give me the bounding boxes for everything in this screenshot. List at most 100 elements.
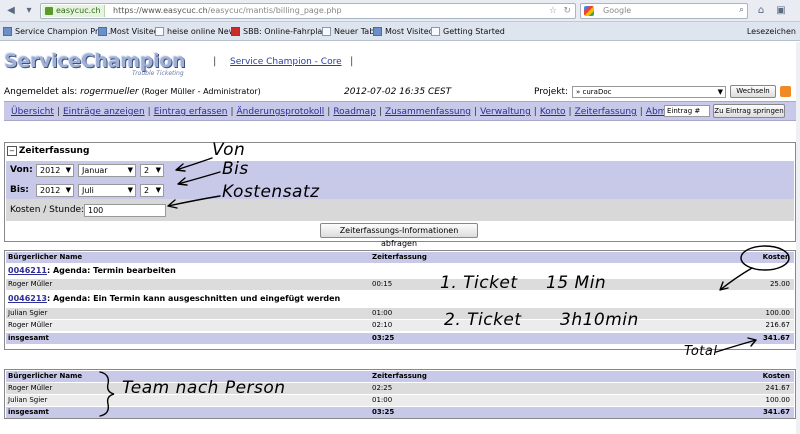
url-host: easycuc.ch: [163, 6, 208, 15]
annotation-ticket2: 2. Ticket: [444, 310, 522, 330]
separator: |: [213, 56, 217, 67]
project-link[interactable]: Service Champion - Core: [230, 57, 342, 67]
total-row: insgesamt 03:25 341.67: [6, 407, 794, 418]
row-cost-rate: Kosten / Stunde: 100: [6, 199, 794, 221]
back-icon[interactable]: ◀: [2, 3, 20, 19]
bookmarks-menu-button[interactable]: Lesezeichen: [747, 25, 796, 38]
sbb-icon: [231, 27, 240, 36]
menu-item-overview[interactable]: Übersicht: [11, 107, 54, 117]
menu-item-changelog[interactable]: Änderungsprotokoll: [237, 107, 325, 117]
bookmark-page-icon: [98, 27, 107, 36]
bookmark-page-icon: [3, 27, 12, 36]
annotation-team: Team nach Person: [122, 378, 286, 398]
login-info: Angemeldet als: rogermueller (Roger Müll…: [4, 84, 261, 100]
bookmark-item[interactable]: heise online News: [155, 25, 239, 38]
scrollbar[interactable]: [796, 42, 800, 434]
bookmark-item[interactable]: Most Visited: [98, 25, 159, 38]
main-menu: Übersicht | Einträge anzeigen | Eintrag erfa…: [4, 101, 796, 121]
chevron-down-icon: ▼: [65, 186, 71, 194]
jump-to-issue-input[interactable]: Eintrag #: [664, 105, 710, 117]
url-path: /easycuc/mantis/billing_page.php: [207, 6, 342, 15]
chevron-down-icon: ▼: [65, 166, 71, 174]
to-day-select[interactable]: 2 ▼: [140, 184, 164, 197]
ticket-title: 0046211: Agenda: Termin bearbeiten: [8, 266, 176, 275]
bookmark-item[interactable]: SBB: Online-Fahrplan.: [231, 25, 330, 38]
bookmark-page-icon: [373, 27, 382, 36]
column-header-time: Zeiterfassung: [372, 253, 427, 261]
ticket-row: 0046211: Agenda: Termin bearbeiten: [6, 264, 794, 278]
url-bar[interactable]: easycuc.ch https://www.easycuc.ch/easycu…: [40, 3, 576, 19]
project-select-value: » curaDoc: [576, 88, 612, 96]
switch-project-button[interactable]: Wechseln: [730, 85, 776, 98]
collapse-icon[interactable]: −: [7, 146, 17, 156]
page-icon[interactable]: ▾: [20, 3, 38, 19]
logo[interactable]: ServiceChampion Trouble Ticketing: [4, 50, 200, 78]
menu-items: Übersicht | Einträge anzeigen | Eintrag erfa…: [11, 106, 691, 118]
table-header: Bürgerlicher Name Zeiterfassung Kosten: [6, 252, 794, 263]
chevron-down-icon: ▼: [717, 88, 723, 96]
ticket-link[interactable]: 0046211: [8, 266, 47, 275]
menu-item-time-tracking[interactable]: Zeiterfassung: [575, 107, 637, 117]
site-favicon-icon: [45, 7, 53, 15]
from-day-select[interactable]: 2 ▼: [140, 164, 164, 177]
search-input[interactable]: Google: [603, 6, 631, 15]
to-month-select[interactable]: Juli ▼: [78, 184, 136, 197]
cost-rate-input[interactable]: 100: [84, 204, 166, 217]
column-header-cost: Kosten: [762, 253, 790, 261]
google-icon[interactable]: [584, 6, 594, 16]
column-header-cost: Kosten: [762, 372, 790, 380]
menu-item-manage[interactable]: Verwaltung: [480, 107, 531, 117]
home-icon[interactable]: ⌂: [752, 3, 770, 19]
search-bar[interactable]: Google ⌕: [580, 3, 748, 19]
site-identity-badge[interactable]: easycuc.ch: [42, 5, 105, 17]
total-row: insgesamt 03:25 341.67: [6, 333, 794, 344]
login-fullname: (Roger Müller - Administrator): [141, 87, 261, 96]
url-text[interactable]: https://www.easycuc.ch/easycuc/mantis/bi…: [113, 4, 342, 18]
bookmark-item[interactable]: Getting Started: [431, 25, 505, 38]
ticket-row: 0046213: Agenda: Ein Termin kann ausgesc…: [6, 292, 794, 306]
bookmark-page-icon: [431, 27, 440, 36]
menu-item-account[interactable]: Konto: [540, 107, 566, 117]
row-to: Bis: 2012 ▼ Juli ▼ 2 ▼: [6, 181, 794, 199]
annotation-ticket2-time: 3h10min: [560, 310, 639, 330]
url-scheme: https://www.: [113, 6, 164, 15]
bookmark-item[interactable]: Service Champion Pro...: [3, 25, 110, 38]
bookmark-item[interactable]: Neuer Tab: [322, 25, 374, 38]
form-title: − Zeiterfassung: [7, 146, 90, 156]
bookmark-page-icon: [155, 27, 164, 36]
bookmark-star-icon[interactable]: ☆: [549, 4, 557, 18]
logo-text: ServiceChampion: [4, 50, 186, 72]
addon-icon[interactable]: ▣: [772, 3, 790, 19]
menu-item-view-issues[interactable]: Einträge anzeigen: [63, 107, 145, 117]
project-select[interactable]: » curaDoc ▼: [572, 86, 726, 98]
menu-item-roadmap[interactable]: Roadmap: [333, 107, 376, 117]
column-header-time: Zeiterfassung: [372, 372, 427, 380]
table-row: Roger Müller 02:10 216.67: [6, 320, 794, 331]
time-by-ticket-table: Bürgerlicher Name Zeiterfassung Kosten 0…: [4, 250, 796, 350]
to-year-select[interactable]: 2012 ▼: [36, 184, 74, 197]
chevron-down-icon: ▼: [127, 186, 133, 194]
rss-icon[interactable]: [780, 86, 791, 97]
row-from: Von: 2012 ▼ Januar ▼ 2 ▼: [6, 161, 794, 181]
jump-to-issue-button[interactable]: Zu Eintrag springen: [713, 104, 785, 118]
query-time-tracking-button[interactable]: Zeiterfassungs-Informationen abfragen: [320, 223, 478, 248]
from-label: Von:: [10, 165, 33, 175]
cost-rate-label: Kosten / Stunde:: [10, 205, 85, 215]
bookmark-item[interactable]: Most Visited: [373, 25, 434, 38]
annotation-von: Von: [212, 140, 246, 160]
annotation-ticket1: 1. Ticket: [440, 273, 518, 293]
chevron-down-icon: ▼: [155, 166, 161, 174]
ticket-link[interactable]: 0046213: [8, 294, 47, 303]
menu-item-summary[interactable]: Zusammenfassung: [385, 107, 471, 117]
search-icon[interactable]: ⌕: [739, 5, 744, 15]
column-header-name: Bürgerlicher Name: [8, 372, 83, 380]
table-row: Julian Sgier 01:00 100.00: [6, 308, 794, 319]
menu-item-report-issue[interactable]: Eintrag erfassen: [154, 107, 228, 117]
from-month-select[interactable]: Januar ▼: [78, 164, 136, 177]
from-year-select[interactable]: 2012 ▼: [36, 164, 74, 177]
reload-icon[interactable]: ↻: [563, 4, 571, 18]
separator: |: [350, 56, 354, 67]
time-tracking-form: − Zeiterfassung Von: 2012 ▼ Januar ▼ 2 ▼ Bis…: [4, 142, 796, 248]
login-label: Angemeldet als:: [4, 87, 78, 97]
current-datetime: 2012-07-02 16:35 CEST: [344, 87, 452, 97]
